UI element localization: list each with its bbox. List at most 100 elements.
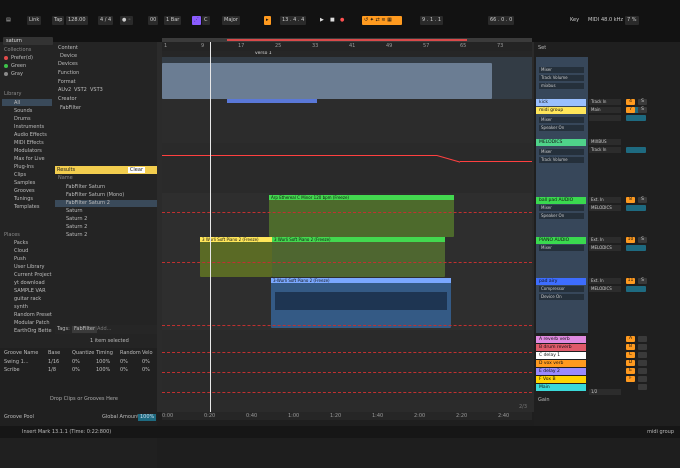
collection-item[interactable]: Gray xyxy=(4,71,23,78)
result-item[interactable]: Saturn 2 xyxy=(66,216,87,223)
return-track-header[interactable]: Main xyxy=(536,384,586,391)
track-input[interactable]: Track In xyxy=(589,99,621,105)
volume-field[interactable] xyxy=(626,205,646,211)
device-param[interactable]: Compressor xyxy=(539,286,584,292)
result-item[interactable]: FabFilter Saturn 2 xyxy=(66,200,110,207)
search-input[interactable]: saturn xyxy=(3,37,53,45)
library-item-selected[interactable] xyxy=(2,99,52,106)
places-item[interactable]: synth xyxy=(14,304,28,311)
track-header[interactable]: ball pad AUDIO xyxy=(536,197,586,204)
result-item[interactable]: FabFilter Saturn (Mono) xyxy=(66,192,124,199)
track-header[interactable]: MELODICS xyxy=(536,139,586,146)
return-letter[interactable]: D xyxy=(626,360,635,366)
record-icon[interactable]: ● xyxy=(338,16,347,25)
track-number[interactable]: 11 xyxy=(626,278,635,284)
filter-item[interactable]: Creator xyxy=(58,96,77,103)
track-output[interactable]: MELODICS xyxy=(589,205,621,211)
track-input[interactable]: Ext. In xyxy=(589,278,621,284)
global-amount-field[interactable]: 100% xyxy=(138,414,157,421)
device-param[interactable]: Device On xyxy=(539,294,584,300)
piano-clip-2[interactable]: 3 Wurli Soft Piano 2 (Freeze) xyxy=(272,237,445,277)
filter-item[interactable]: Device xyxy=(60,53,77,60)
places-item[interactable]: Packs xyxy=(14,240,28,247)
solo-button[interactable] xyxy=(638,368,647,374)
volume-field[interactable] xyxy=(626,286,646,292)
link-button[interactable]: Link xyxy=(27,16,42,25)
automation-toolbar[interactable]: ↺ ✦ ⇄ ≋ ▦ xyxy=(362,16,402,25)
return-letter[interactable]: B xyxy=(626,344,635,350)
tag-chip[interactable]: FabFilter xyxy=(72,326,98,333)
library-item[interactable]: Plug-Ins xyxy=(14,164,34,171)
return-track-header[interactable]: A reverb verb xyxy=(536,336,586,343)
device-param[interactable]: mixbus xyxy=(539,83,584,89)
stop-icon[interactable]: ■ xyxy=(328,16,337,25)
tap-button[interactable]: Tap xyxy=(52,16,65,25)
time-ruler[interactable] xyxy=(162,412,532,420)
track-number[interactable]: 8 xyxy=(626,197,635,203)
return-track-header[interactable]: C delay 1 xyxy=(536,352,586,359)
places-item[interactable]: Current Project xyxy=(14,272,51,279)
places-item[interactable]: Push xyxy=(14,256,26,263)
midi-group-lane[interactable] xyxy=(162,99,532,143)
track-header[interactable]: midi group xyxy=(536,107,586,114)
track-number[interactable]: 10 xyxy=(626,237,635,243)
track-output[interactable]: MELODICS xyxy=(589,286,621,292)
quantize-dropdown[interactable]: 1 Bar xyxy=(164,16,182,25)
places-item[interactable]: Random Preset xyxy=(14,312,52,319)
track-header[interactable]: PIANO AUDIO xyxy=(536,237,586,244)
places-item[interactable]: guitar rack xyxy=(14,296,41,303)
library-item[interactable]: Clips xyxy=(14,172,26,179)
solo-button[interactable]: S xyxy=(638,237,647,243)
volume-field[interactable] xyxy=(626,245,646,251)
scale-dropdown[interactable]: Major xyxy=(222,16,240,25)
groove-cell[interactable]: 0% xyxy=(142,359,150,366)
filter-item[interactable]: FabFilter xyxy=(60,105,81,112)
playhead[interactable] xyxy=(210,42,211,412)
solo-button[interactable] xyxy=(638,360,647,366)
return-letter[interactable]: E xyxy=(626,368,635,374)
places-item[interactable]: yt download xyxy=(14,280,45,287)
return-track-header[interactable]: E delay 2 xyxy=(536,368,586,375)
return-track-header[interactable]: F Vox B xyxy=(536,376,586,383)
add-tag-button[interactable]: Add... xyxy=(97,326,111,333)
track-number[interactable]: 7 xyxy=(626,107,635,113)
groove-cell[interactable]: 0% xyxy=(72,359,80,366)
collection-item[interactable]: Prefer(d) xyxy=(4,55,33,62)
device-param[interactable]: Mixer xyxy=(539,67,584,73)
device-param[interactable]: Speaker On xyxy=(539,213,584,219)
library-item[interactable]: Sounds xyxy=(14,108,32,115)
groove-cell[interactable]: 0% xyxy=(120,367,128,374)
volume-field[interactable] xyxy=(626,115,646,121)
follow-button[interactable]: ▸ xyxy=(264,16,271,25)
key-map-label[interactable]: Key xyxy=(568,16,582,25)
library-item[interactable]: Tunings xyxy=(14,196,33,203)
bar-ruler[interactable] xyxy=(162,42,532,51)
groove-cell[interactable]: Scribe xyxy=(4,367,20,374)
collection-item[interactable]: Green xyxy=(4,63,26,70)
loop-start-field[interactable]: 9 . 1 . 1 xyxy=(420,16,444,25)
groove-cell[interactable]: 100% xyxy=(96,367,110,374)
kick-clip[interactable] xyxy=(162,63,492,99)
arp-clip[interactable]: Arp Ethereal C Minor 120 bpm (Freeze) xyxy=(269,195,454,237)
return-letter[interactable]: F xyxy=(626,376,635,382)
device-param[interactable]: Mixer xyxy=(539,205,584,211)
metronome-button[interactable]: ● ◦ xyxy=(120,16,133,25)
return-lanes[interactable] xyxy=(162,330,532,400)
track-input[interactable]: Ext. In xyxy=(589,197,621,203)
result-item[interactable]: Saturn 2 xyxy=(66,232,87,239)
key-dropdown[interactable]: C xyxy=(202,16,210,25)
track-input[interactable]: Main xyxy=(589,107,621,113)
places-item[interactable]: Cloud xyxy=(14,248,28,255)
library-item[interactable]: Templates xyxy=(14,204,39,211)
scale-mode-button[interactable]: ⋰ xyxy=(192,16,201,25)
volume-field[interactable] xyxy=(626,147,646,153)
library-item[interactable]: Audio Effects xyxy=(14,132,47,139)
pad-clip-title[interactable]: 3-Wurli Soft Piano 2 (Freeze) xyxy=(271,278,451,283)
pad-clip[interactable]: 3-Wurli Soft Piano 2 (Freeze) xyxy=(271,278,451,328)
device-param[interactable]: Speaker On xyxy=(539,125,584,131)
solo-button[interactable] xyxy=(638,384,647,390)
library-item[interactable]: Grooves xyxy=(14,188,35,195)
filter-item[interactable]: AUv2 xyxy=(58,87,71,94)
return-track-header[interactable]: B drum reverb xyxy=(536,344,586,351)
library-item[interactable]: Modulators xyxy=(14,148,42,155)
